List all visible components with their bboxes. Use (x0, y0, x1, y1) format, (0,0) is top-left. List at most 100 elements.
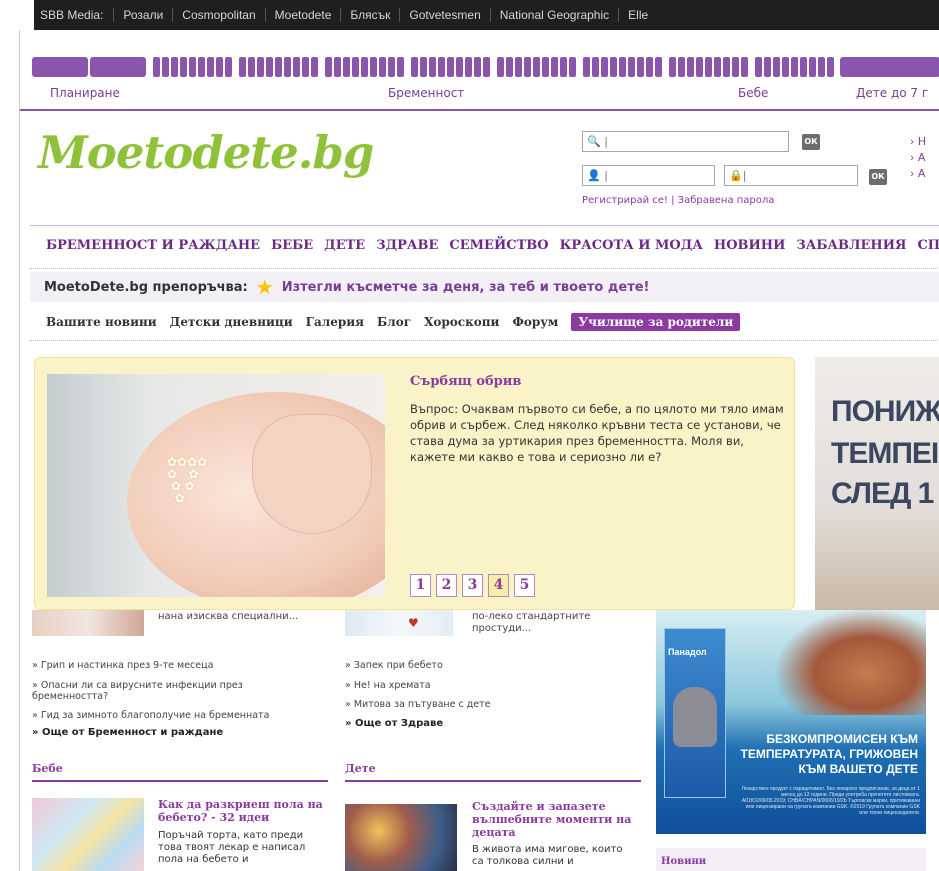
article-thumbnail[interactable] (32, 610, 144, 636)
link-constipation[interactable]: » Запек при бебето (345, 660, 443, 671)
timeline-week-tick[interactable] (293, 57, 300, 77)
timeline-week-tick[interactable] (755, 57, 762, 77)
timeline-week-tick[interactable] (800, 57, 807, 77)
network-link-elle[interactable]: Elle (618, 8, 657, 22)
timeline-week-tick[interactable] (216, 57, 223, 77)
timeline-week-tick[interactable] (162, 57, 169, 77)
network-link-cosmopolitan[interactable]: Cosmopolitan (172, 8, 264, 22)
network-link-rozali[interactable]: Розали (113, 8, 172, 22)
timeline-week-tick[interactable] (533, 57, 540, 77)
timeline-week-tick[interactable] (542, 57, 549, 77)
pager-button-5[interactable]: 5 (514, 574, 535, 597)
timeline-week-tick[interactable] (257, 57, 264, 77)
subnav-diaries[interactable]: Детски дневници (170, 315, 293, 329)
link-flu[interactable]: » Грип и настинка през 9-те месеца (32, 660, 213, 671)
timeline-week-tick[interactable] (429, 57, 436, 77)
nav-entertainment[interactable]: ЗАБАВЛЕНИЯ (796, 238, 906, 253)
link-runny-nose[interactable]: » Не! на хремата (345, 680, 431, 691)
nav-reference[interactable]: СПРАВ (917, 238, 939, 253)
timeline-segment-planning-2[interactable] (90, 57, 146, 77)
timeline-week-tick[interactable] (225, 57, 232, 77)
timeline-week-tick[interactable] (284, 57, 291, 77)
timeline-week-tick[interactable] (827, 57, 834, 77)
timeline-week-tick[interactable] (506, 57, 513, 77)
login-ok-button[interactable]: ОК (869, 169, 887, 185)
feature-title[interactable]: Сърбящ обрив (410, 374, 521, 389)
register-link[interactable]: Регистрирай се! (582, 195, 668, 206)
network-link-gotvetesmen[interactable]: Gotvetesmen (399, 8, 489, 22)
username-field[interactable]: 👤 | (582, 165, 715, 186)
nav-beauty[interactable]: КРАСОТА И МОДА (560, 238, 703, 253)
nav-news[interactable]: НОВИНИ (714, 238, 785, 253)
timeline-segment-planning[interactable] (32, 57, 88, 77)
timeline-week-tick[interactable] (678, 57, 685, 77)
news-box-heading[interactable]: Новини (656, 848, 926, 871)
timeline-week-tick[interactable] (311, 57, 318, 77)
more-pregnancy-link[interactable]: » Още от Бременност и раждане (32, 727, 223, 738)
subnav-gallery[interactable]: Галерия (306, 315, 364, 329)
quick-link-1[interactable]: › Н (910, 135, 926, 148)
timeline-label-baby[interactable]: Бебе (738, 86, 768, 100)
timeline-week-tick[interactable] (325, 57, 332, 77)
network-link-natgeo[interactable]: National Geographic (489, 8, 618, 22)
timeline-week-tick[interactable] (456, 57, 463, 77)
timeline-week-tick[interactable] (189, 57, 196, 77)
timeline-week-tick[interactable] (248, 57, 255, 77)
timeline-week-tick[interactable] (474, 57, 481, 77)
link-viral[interactable]: » Опасни ли са вирусните инфекции през б… (32, 680, 282, 702)
timeline-week-tick[interactable] (465, 57, 472, 77)
timeline-week-tick[interactable] (619, 57, 626, 77)
nav-baby[interactable]: БЕБЕ (271, 238, 313, 253)
timeline-label-planning[interactable]: Планиране (50, 86, 120, 100)
section-heading-child[interactable]: Дете (345, 762, 376, 775)
timeline-week-tick[interactable] (782, 57, 789, 77)
timeline-week-tick[interactable] (705, 57, 712, 77)
timeline-week-tick[interactable] (302, 57, 309, 77)
timeline-week-tick[interactable] (687, 57, 694, 77)
timeline-week-tick[interactable] (180, 57, 187, 77)
timeline-week-tick[interactable] (732, 57, 739, 77)
timeline-week-tick[interactable] (741, 57, 748, 77)
timeline-week-tick[interactable] (669, 57, 676, 77)
baby-article-image[interactable] (32, 798, 144, 871)
timeline-week-tick[interactable] (334, 57, 341, 77)
timeline-week-tick[interactable] (646, 57, 653, 77)
nav-child[interactable]: ДЕТЕ (324, 238, 365, 253)
link-winter[interactable]: » Гид за зимното благополучие на бременн… (32, 710, 269, 721)
timeline-week-tick[interactable] (809, 57, 816, 77)
timeline-segment-child[interactable] (840, 57, 939, 77)
timeline-week-tick[interactable] (524, 57, 531, 77)
subnav-your-news[interactable]: Вашите новини (46, 315, 157, 329)
timeline-week-tick[interactable] (497, 57, 504, 77)
timeline-week-tick[interactable] (198, 57, 205, 77)
timeline-week-tick[interactable] (207, 57, 214, 77)
nav-health[interactable]: ЗДРАВЕ (376, 238, 438, 253)
quick-link-2[interactable]: › А (910, 151, 925, 164)
timeline-week-tick[interactable] (818, 57, 825, 77)
timeline-week-tick[interactable] (420, 57, 427, 77)
timeline-week-tick[interactable] (411, 57, 418, 77)
search-input[interactable]: 🔍 | (582, 131, 789, 152)
timeline-week-tick[interactable] (239, 57, 246, 77)
timeline-week-tick[interactable] (361, 57, 368, 77)
subnav-blog[interactable]: Блог (377, 315, 411, 329)
timeline-week-tick[interactable] (483, 57, 490, 77)
baby-article-title[interactable]: Как да разкриеш пола на бебето? - 32 иде… (158, 798, 328, 824)
more-health-link[interactable]: » Още от Здраве (345, 718, 443, 729)
timeline-week-tick[interactable] (583, 57, 590, 77)
timeline-week-tick[interactable] (764, 57, 771, 77)
child-article-image[interactable] (345, 804, 457, 871)
timeline-week-tick[interactable] (447, 57, 454, 77)
timeline-week-tick[interactable] (397, 57, 404, 77)
search-ok-button[interactable]: ОК (802, 134, 820, 150)
article-thumbnail[interactable]: ♥ (345, 610, 453, 636)
subnav-parent-school[interactable]: Училище за родители (571, 313, 741, 331)
pager-button-3[interactable]: 3 (462, 574, 483, 597)
link-travel[interactable]: » Митова за пътуване с дете (345, 699, 491, 710)
timeline-week-tick[interactable] (560, 57, 567, 77)
nav-family[interactable]: СЕМЕЙСТВО (449, 238, 548, 253)
section-heading-baby[interactable]: Бебе (32, 762, 63, 775)
timeline-week-tick[interactable] (696, 57, 703, 77)
pager-button-4[interactable]: 4 (488, 574, 509, 597)
timeline-week-tick[interactable] (551, 57, 558, 77)
